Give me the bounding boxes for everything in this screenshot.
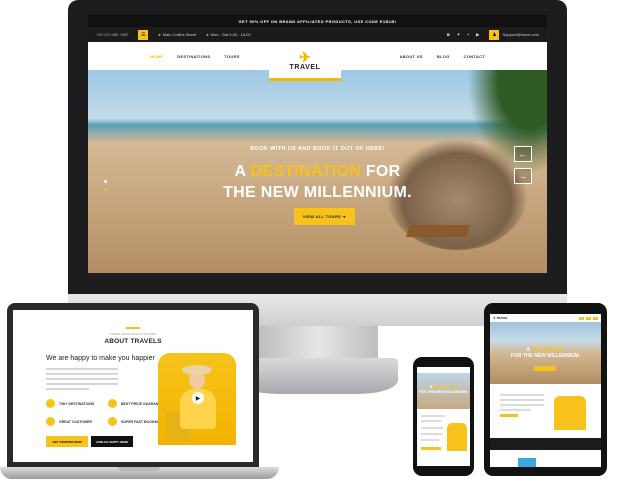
tablet-screen: ✈ TRAVEL A DESTINATION FOR THE NEW MILLE… (490, 314, 601, 467)
phone-number[interactable]: +00 123 456 7890 (96, 32, 128, 37)
phone-hero-title: A DESTINATION FOR THE NEW MILLENNIUM. (418, 385, 469, 394)
tablet-about-image (554, 396, 586, 430)
tag-icon (108, 399, 117, 408)
tablet-logo[interactable]: ✈ TRAVEL (493, 316, 508, 320)
laptop-base (0, 467, 279, 479)
tablet: ✈ TRAVEL A DESTINATION FOR THE NEW MILLE… (484, 303, 607, 476)
clock-icon: ● (206, 32, 209, 37)
get-started-button[interactable]: GET STARTED NOW (46, 436, 88, 447)
hero-title: A DESTINATION FOR THE NEW MILLENNIUM. (223, 163, 412, 201)
phone-about-image (447, 423, 467, 451)
monitor-stand-neck (258, 326, 378, 360)
hero-section: BOOK WITH US AND BOOK IT OUT OF HERE! A … (88, 70, 547, 273)
slider-next-button[interactable]: → (514, 168, 532, 184)
tablet-destination-card (518, 453, 573, 467)
nav-about[interactable]: ABOUT US (400, 54, 423, 59)
nav-contact[interactable]: CONTACT (464, 54, 485, 59)
linkedin-icon[interactable]: ▪ (467, 32, 469, 38)
nav-destinations[interactable]: DESTINATIONS (177, 54, 210, 59)
slider-prev-button[interactable]: ← (514, 146, 532, 162)
about-title: ABOUT TRAVELS (104, 338, 162, 345)
wooden-table (405, 225, 471, 237)
site-logo[interactable]: ✈ TRAVEL (269, 42, 341, 81)
feature-item: GREAT CUSTOMER (46, 417, 108, 426)
section-accent-line (126, 327, 140, 329)
plane-icon: ✈ (298, 48, 312, 65)
top-bar: +00 123 456 7890 ☰ ● Main Collins Street … (88, 27, 547, 42)
desktop-screen: GET 50% OFF ON BRAND AFFILIATED PRODUCTS… (88, 15, 547, 273)
rocket-icon (108, 417, 117, 426)
social-links: ◙ ✦ ▪ ▶ (447, 32, 480, 38)
menu-icon[interactable]: ☰ (138, 29, 149, 40)
join-button[interactable]: JOIN AS HAPPY HERE (91, 436, 133, 447)
monitor-stand-foot (238, 358, 398, 394)
laptop-screen: LOREM IPSUM DOLOR SIT AMET ABOUT TRAVELS… (13, 310, 253, 462)
smartphone: A DESTINATION FOR THE NEW MILLENNIUM. (413, 357, 474, 476)
address: ● Main Collins Street (158, 32, 197, 37)
promo-bar: GET 50% OFF ON BRAND AFFILIATED PRODUCTS… (88, 15, 547, 27)
about-heading: We are happy to make you happier (46, 355, 155, 362)
youtube-icon[interactable]: ▶ (476, 32, 479, 38)
laptop: LOREM IPSUM DOLOR SIT AMET ABOUT TRAVELS… (7, 303, 259, 469)
email-contact[interactable]: ♟ Support@travel.com (489, 29, 539, 40)
feature-item: 70K+ DESTINATIONS (46, 399, 108, 408)
support-icon (46, 417, 55, 426)
tablet-nav: ✈ TRAVEL (490, 314, 601, 322)
feature-list: 70K+ DESTINATIONS BEST PRICE GUARANTEE G… (46, 399, 170, 426)
nav-home[interactable]: HOME (150, 54, 163, 59)
tablet-newsletter-bar (490, 438, 601, 450)
nav-blog[interactable]: BLOG (437, 54, 450, 59)
twitter-icon[interactable]: ✦ (457, 32, 461, 38)
logo-text: TRAVEL (289, 63, 321, 71)
phone-screen: A DESTINATION FOR THE NEW MILLENNIUM. (417, 367, 470, 466)
play-video-button[interactable]: ▶ (192, 392, 204, 404)
hero-kicker: BOOK WITH US AND BOOK IT OUT OF HERE! (250, 146, 385, 152)
globe-icon (46, 399, 55, 408)
instagram-icon[interactable]: ◙ (447, 32, 450, 38)
main-nav: HOME DESTINATIONS TOURS ✈ TRAVEL ABOUT U… (88, 42, 547, 81)
nav-tours[interactable]: TOURS (224, 54, 239, 59)
about-kicker: LOREM IPSUM DOLOR SIT AMET (109, 332, 157, 336)
about-paragraph (46, 368, 118, 390)
location-icon: ● (158, 32, 161, 37)
view-all-tours-button[interactable]: VIEW ALL TOURS ➔ (294, 208, 355, 225)
opening-hours: ● Mon - Sat 9.00 - 18.00 (206, 32, 251, 37)
tablet-about-text (500, 394, 544, 417)
desktop-monitor: GET 50% OFF ON BRAND AFFILIATED PRODUCTS… (68, 0, 567, 300)
tablet-hero-title: A DESTINATION FOR THE NEW MILLENNIUM. (510, 347, 581, 359)
tablet-hero-button[interactable] (534, 366, 556, 371)
user-icon: ♟ (489, 29, 500, 40)
